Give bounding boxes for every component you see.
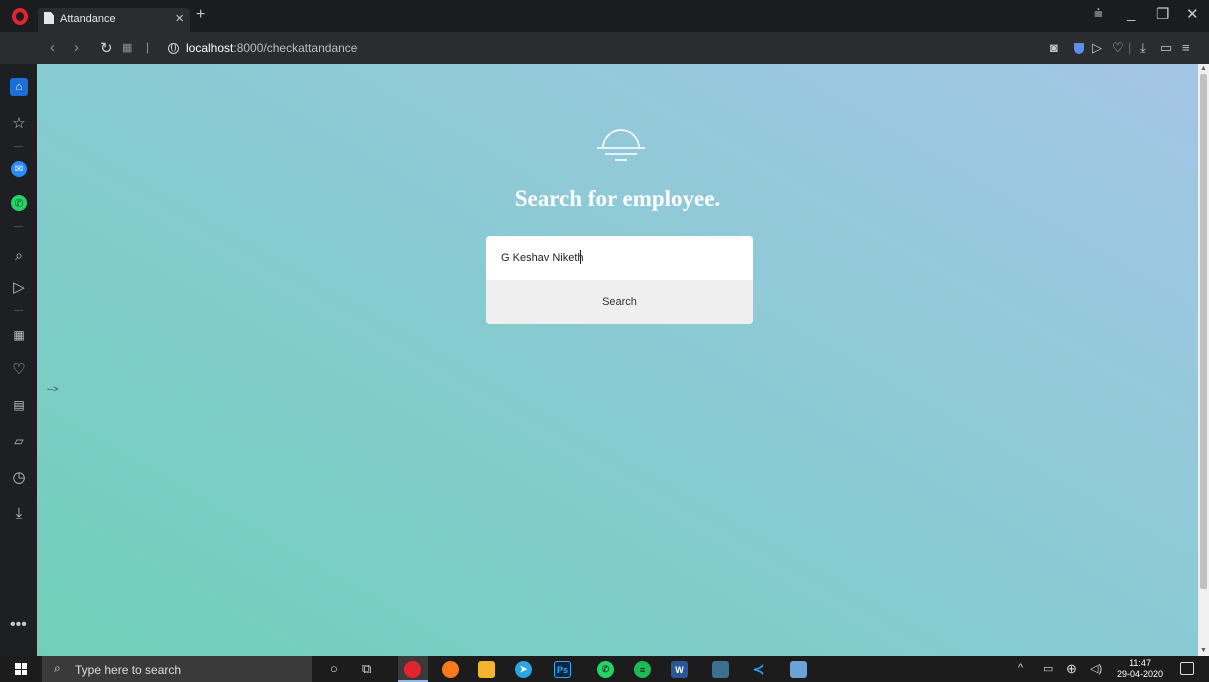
- employee-search-input[interactable]: [486, 236, 753, 280]
- file-explorer-app-icon[interactable]: [478, 661, 495, 678]
- search-button[interactable]: Search: [486, 280, 753, 324]
- heart-icon[interactable]: ♡: [1112, 40, 1124, 56]
- scroll-up-icon[interactable]: ▲: [1200, 65, 1207, 72]
- tab-attendance[interactable]: Attandance ×: [38, 8, 190, 32]
- address-bar: ‹ › ↻ ▦ | localhost:8000/checkattandance…: [0, 32, 1209, 64]
- photos-app-icon[interactable]: [790, 661, 807, 678]
- windows-start-icon[interactable]: [15, 663, 27, 675]
- heart-icon[interactable]: ♡: [10, 360, 28, 378]
- page-title: Search for employee.: [514, 186, 721, 211]
- taskbar: ⌕ Type here to search ○ ⧉ ➤ Ps ✆ ≡ W ≺ ^…: [0, 656, 1209, 682]
- text-cursor: [580, 250, 581, 264]
- globe-icon: [168, 43, 179, 54]
- vscode-app-icon[interactable]: ≺: [750, 661, 767, 678]
- search-card: Search: [486, 236, 753, 324]
- window-close-icon[interactable]: ✕: [1186, 5, 1199, 23]
- flow-icon[interactable]: ▷: [1092, 40, 1102, 56]
- scrollbar-thumb[interactable]: [1200, 74, 1207, 589]
- speed-dial-icon[interactable]: ▦: [10, 326, 28, 344]
- tab-title: Attandance: [60, 13, 116, 25]
- flow-icon[interactable]: ▷: [10, 278, 28, 296]
- new-tab-button[interactable]: +: [196, 6, 205, 24]
- download-icon[interactable]: ⤓: [1140, 40, 1146, 56]
- easy-setup-icon[interactable]: ⩧: [1094, 5, 1103, 22]
- clock-date: 29-04-2020: [1117, 669, 1164, 679]
- more-icon[interactable]: •••: [10, 616, 27, 634]
- vpn-shield-icon[interactable]: [1074, 43, 1084, 54]
- history-icon[interactable]: ▱: [10, 432, 28, 450]
- search-icon[interactable]: ⌕: [10, 246, 28, 264]
- firefox-app-icon[interactable]: [442, 661, 459, 678]
- whatsapp-icon[interactable]: ✆: [11, 195, 27, 211]
- battery-icon[interactable]: ▭: [1043, 662, 1053, 675]
- battery-icon[interactable]: ▭: [1160, 40, 1172, 56]
- notification-center-icon[interactable]: [1180, 662, 1194, 675]
- separator: |: [146, 40, 150, 54]
- document-icon: [44, 12, 54, 24]
- restore-icon[interactable]: ❐: [1156, 5, 1169, 23]
- back-icon[interactable]: ‹: [50, 39, 55, 56]
- clock-time: 11:47: [1129, 658, 1151, 668]
- photoshop-app-icon[interactable]: Ps: [554, 661, 571, 678]
- stray-text: -->: [47, 384, 59, 394]
- reload-icon[interactable]: ↻: [100, 39, 113, 57]
- cortana-icon[interactable]: ○: [330, 661, 338, 676]
- opera-app-icon[interactable]: [404, 661, 421, 678]
- sidebar-divider: [14, 310, 23, 311]
- tab-bar: Attandance × + ⩧ _ ❐ ✕: [0, 0, 1209, 32]
- snapshot-icon[interactable]: ◙: [1050, 40, 1058, 55]
- search-icon: ⌕: [54, 661, 61, 675]
- language-icon[interactable]: ⊕: [1066, 661, 1077, 677]
- mysql-workbench-app-icon[interactable]: [712, 661, 729, 678]
- download-icon[interactable]: ⤓: [10, 504, 28, 522]
- sunset-icon: [597, 129, 645, 161]
- spotify-app-icon[interactable]: ≡: [634, 661, 651, 678]
- taskbar-clock[interactable]: 11:47 29-04-2020: [1117, 658, 1163, 680]
- url-field[interactable]: localhost:8000/checkattandance: [186, 41, 357, 55]
- word-app-icon[interactable]: W: [671, 661, 688, 678]
- opera-logo-icon[interactable]: [12, 8, 28, 25]
- forward-icon[interactable]: ›: [74, 39, 79, 56]
- telegram-app-icon[interactable]: ➤: [515, 661, 532, 678]
- sidebar-divider: [14, 226, 23, 227]
- task-view-icon[interactable]: ⧉: [362, 661, 371, 677]
- show-hidden-icons[interactable]: ^: [1018, 662, 1023, 674]
- sidebar: ⌂ ☆ ✉ ✆ ⌕ ▷ ▦ ♡ ▤ ▱ ◷ ⤓ •••: [0, 64, 37, 656]
- page-scrollbar[interactable]: ▲ ▼: [1198, 64, 1209, 656]
- taskbar-search-placeholder: Type here to search: [75, 663, 182, 677]
- separator: |: [1128, 40, 1132, 55]
- sidebar-divider: [14, 146, 23, 147]
- messenger-icon[interactable]: ✉: [11, 161, 27, 177]
- speed-dial-icon[interactable]: ▦: [122, 41, 132, 54]
- tabs-icon[interactable]: ▤: [10, 396, 28, 414]
- page-content: --> Search for employee. Search: [37, 64, 1198, 656]
- clock-icon[interactable]: ◷: [10, 468, 28, 486]
- menu-icon[interactable]: ≡: [1182, 40, 1190, 55]
- star-icon[interactable]: ☆: [10, 114, 28, 132]
- scroll-down-icon[interactable]: ▼: [1200, 647, 1207, 654]
- volume-icon[interactable]: ◁): [1090, 662, 1102, 675]
- home-icon[interactable]: ⌂: [10, 78, 28, 96]
- taskbar-search[interactable]: ⌕ Type here to search: [42, 656, 312, 682]
- whatsapp-app-icon[interactable]: ✆: [597, 661, 614, 678]
- minimize-icon[interactable]: _: [1127, 5, 1135, 22]
- tab-close-icon[interactable]: ×: [175, 10, 184, 27]
